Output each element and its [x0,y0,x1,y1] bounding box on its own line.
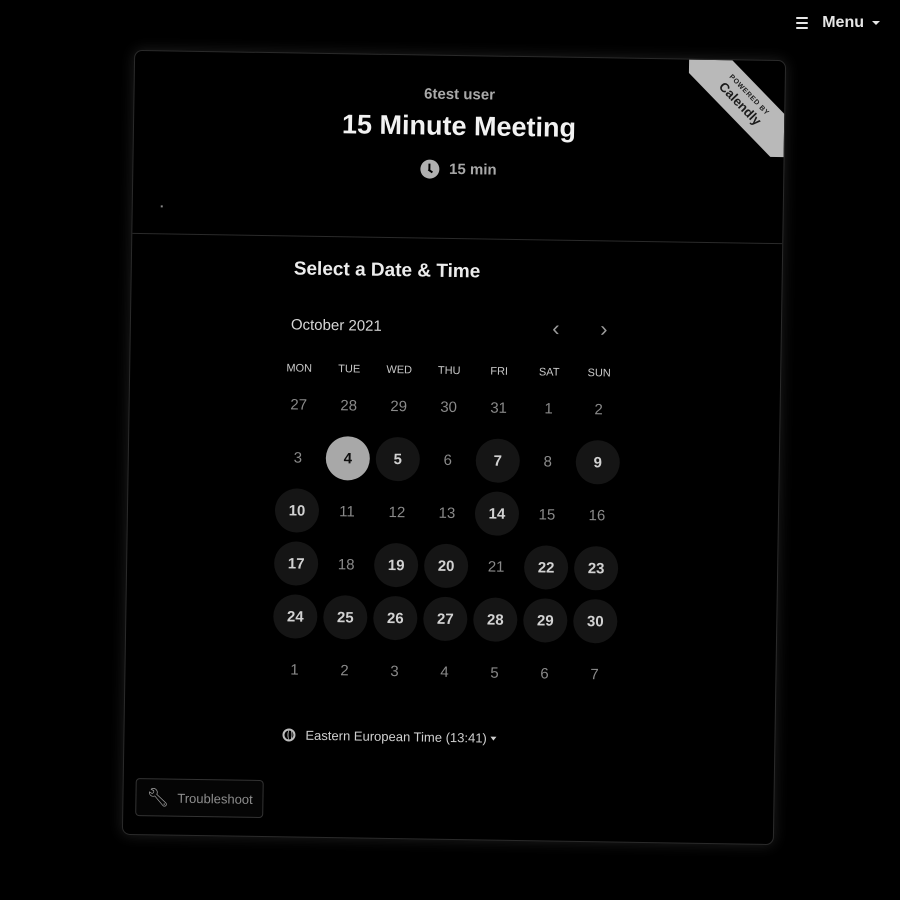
calendar-day: 27 [290,395,308,414]
calendar-day: 18 [337,555,355,573]
calendar-day: 3 [293,448,303,467]
chevron-left-icon: ‹ [552,315,560,341]
calendar-day-available[interactable]: 7 [475,438,521,484]
calendar-day: 29 [390,397,408,415]
calendar-day: 13 [438,504,456,522]
event-duration: 15 min [133,155,783,184]
weekday-label: TUE [338,363,361,376]
calendar-day-available[interactable]: 22 [523,545,569,590]
calendar-day: 2 [340,661,349,679]
calendar-day: 8 [543,452,553,471]
globe-icon [282,728,296,742]
timezone-label: Eastern European Time (13:41) [305,727,487,746]
duration-text: 15 min [448,160,497,179]
prev-month-button[interactable]: ‹ [532,314,580,343]
weekday-label: SUN [587,367,611,380]
calendar-week: 10 11 12 13 14 15 16 [272,488,779,540]
host-name: 6test user [423,85,496,104]
wrench-icon: 🔧︎ [146,786,170,808]
calendar-day: 31 [490,399,508,417]
calendar-day: 30 [440,398,458,416]
month-label: October 2021 [290,315,382,335]
timezone-selector[interactable]: Eastern European Time (13:41) [282,727,774,750]
calendar-day: 5 [490,664,499,682]
month-navigation: October 2021 ‹ › [290,310,628,344]
calendar-day-available[interactable]: 5 [375,436,421,482]
menu-label: Menu [822,14,864,31]
calendar-day: 11 [339,502,355,520]
chevron-down-icon [872,21,880,25]
calendar-day: 6 [540,664,549,683]
weekday-label: THU [437,364,461,378]
calendar-day: 2 [594,400,603,418]
calendar-day: 1 [544,399,553,418]
calendar-week: 1 2 3 4 5 6 7 [269,647,776,699]
weekday-label: SAT [538,366,560,379]
weekday-label: MON [286,362,313,375]
calendar-day-available[interactable]: 25 [322,594,368,640]
booking-card: POWERED BY Calendly 6test user 15 Minute… [121,49,787,846]
calendar-day-selected[interactable]: 4 [325,435,371,481]
dot-mark [160,205,163,208]
calendar-day: 12 [388,503,406,521]
calendar-week: 3 45 6 7 8 9 [272,435,779,487]
calendar-day-available[interactable]: 23 [573,545,619,591]
calendar-grid: 27 28 29 30 31 1 2 3 4 5 6 7 8 9 10 11 12 13 14 15 16 17 18 19 2… [272,382,780,699]
clock-icon [419,159,440,179]
section-title: Select a Date & Time [293,258,481,283]
chevron-down-icon [490,736,497,741]
calendar-day: 4 [440,663,449,681]
calendar-day-available[interactable]: 30 [572,598,618,644]
menu-button[interactable]: Menu [796,14,880,32]
calendar-day: 28 [340,396,358,414]
calendar-day-available[interactable]: 20 [423,543,469,589]
calendar-day: 21 [487,558,505,576]
calendar-day: 16 [588,506,606,524]
calendar-day-available[interactable]: 14 [474,491,520,537]
calendar-day-available[interactable]: 24 [272,594,318,639]
calendar-day: 6 [443,451,453,469]
calendar-week: 27 28 29 30 31 1 2 [273,382,780,434]
chevron-right-icon: › [600,316,608,342]
scheduler: Select a Date & Time October 2021 ‹ › MO… [124,234,782,750]
calendar-day: 15 [538,505,556,524]
troubleshoot-button[interactable]: 🔧︎ Troubleshoot [135,778,265,819]
calendar-day-available[interactable]: 17 [273,541,319,586]
calendar-day-available[interactable]: 26 [372,595,418,641]
troubleshoot-label: Troubleshoot [177,790,253,807]
calendar-day: 3 [390,662,399,680]
calendar-day-available[interactable]: 9 [575,439,621,485]
event-header: 6test user 15 Minute Meeting 15 min [132,51,785,243]
weekday-label: WED [386,363,413,377]
calendar-day: 7 [590,665,599,683]
next-month-button[interactable]: › [580,315,628,344]
calendar-day-available[interactable]: 29 [522,598,568,643]
calendar-day-available[interactable]: 27 [422,596,468,642]
hamburger-icon [796,17,809,29]
event-title: 15 Minute Meeting [341,109,577,143]
calendar-day-available[interactable]: 28 [472,597,518,643]
calendar-day-available[interactable]: 10 [274,488,320,533]
calendar-week: 17 18 19 20 21 22 23 [271,541,778,593]
calendar-week: 24 25 26 27 28 29 30 [270,594,777,646]
calendar-day-available[interactable]: 19 [373,542,419,588]
weekday-label: FRI [490,365,509,378]
calendar-day: 1 [290,660,299,679]
weekday-header: MON TUE WED THU FRI SAT SUN [274,362,780,382]
